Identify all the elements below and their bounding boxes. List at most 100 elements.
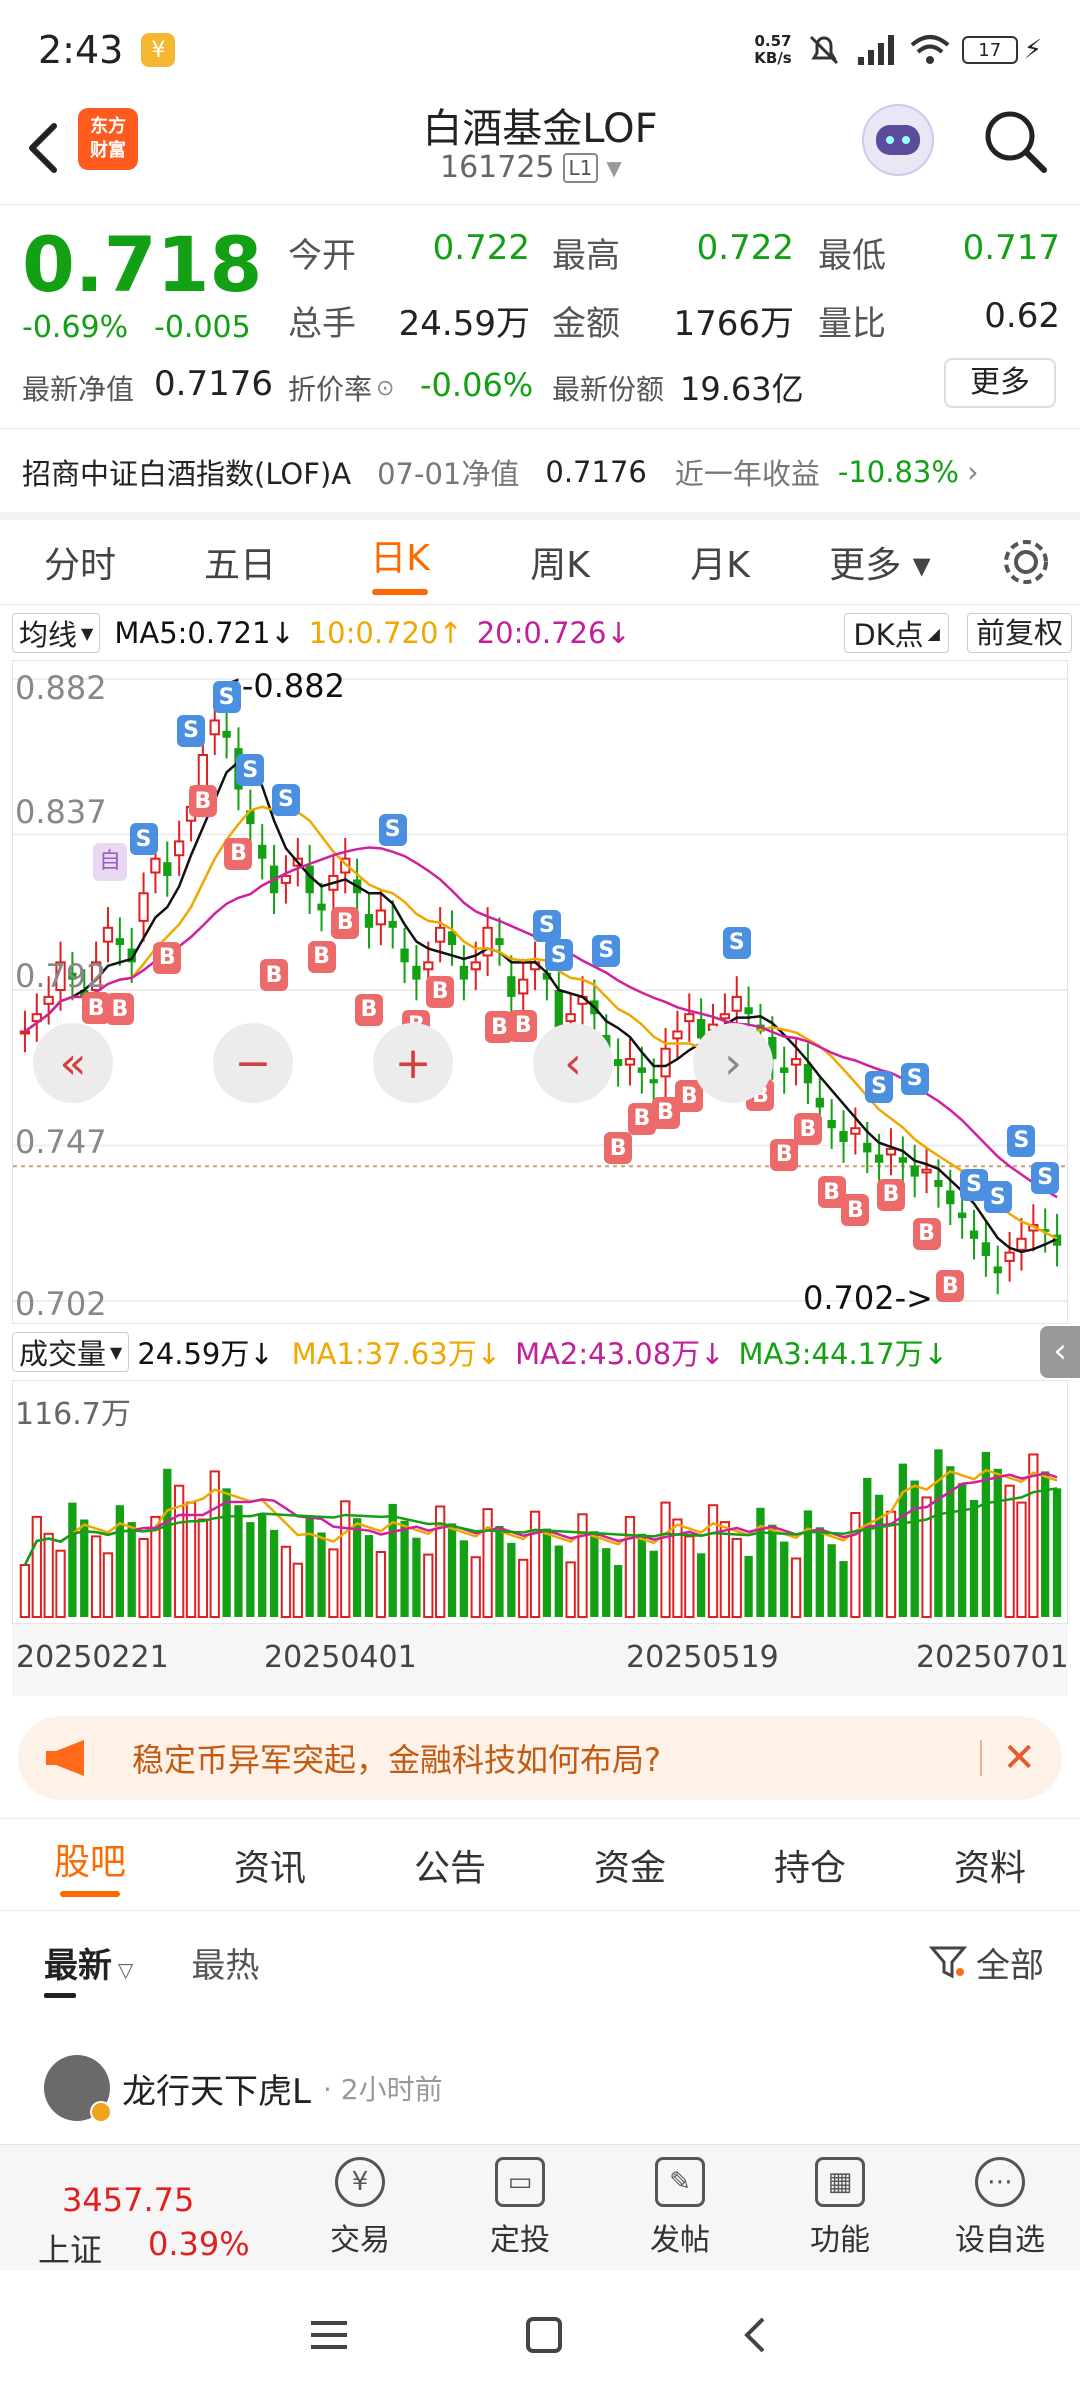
- nav-label: 交易: [330, 2223, 390, 2258]
- volume-chart-svg: [19, 1449, 1062, 1619]
- index-ticker[interactable]: 3457.75 上证 0.39%: [30, 2165, 260, 2269]
- home-icon[interactable]: [522, 2313, 566, 2357]
- candle: [258, 844, 267, 859]
- avatar[interactable]: [44, 2055, 112, 2123]
- buy-signal-marker: B: [331, 906, 360, 939]
- robot-assistant-icon[interactable]: [862, 104, 934, 176]
- volume-bar: [222, 1488, 231, 1617]
- volume-bar: [719, 1521, 731, 1619]
- dropdown-triangle-icon: ▼: [606, 155, 622, 180]
- tab-1[interactable]: 五日: [160, 520, 320, 604]
- collapse-panel-button[interactable]: ‹: [1040, 1326, 1080, 1378]
- scroll-right-button[interactable]: ›: [693, 1023, 773, 1103]
- tab-0[interactable]: 分时: [0, 520, 160, 604]
- volume-bar: [910, 1480, 919, 1617]
- last-price: 0.718: [22, 220, 263, 309]
- volume-bar: [102, 1552, 114, 1619]
- nav-item-4[interactable]: ⋯ 设自选: [920, 2145, 1080, 2271]
- jump-start-button[interactable]: «: [33, 1023, 113, 1103]
- candle: [649, 1079, 658, 1084]
- tab-5[interactable]: 更多 ▾: [800, 520, 960, 604]
- candle: [102, 926, 114, 943]
- section-tab-4[interactable]: 持仓: [720, 1820, 900, 1910]
- filter-all-button[interactable]: 全部: [928, 1938, 1044, 1987]
- axis-label-mid1: 0.837: [15, 793, 107, 831]
- volume-bar: [863, 1477, 872, 1617]
- settings-gear-icon[interactable]: [998, 534, 1054, 590]
- tabs-divider: [0, 604, 1080, 605]
- zoom-out-button[interactable]: −: [213, 1023, 293, 1103]
- fund-info-row[interactable]: 招商中证白酒指数(LOF)A 07-01净值 0.7176 近一年收益 -10.…: [22, 432, 1062, 512]
- candle: [910, 1165, 919, 1177]
- more-button[interactable]: 更多: [944, 358, 1056, 408]
- date-label-2: 20250401: [264, 1640, 417, 1675]
- candle: [969, 1230, 979, 1239]
- candle: [435, 926, 446, 943]
- back-arrow-icon[interactable]: [20, 118, 64, 178]
- discount-label[interactable]: 折价率 ⊙: [288, 368, 394, 408]
- volume-bar: [637, 1533, 646, 1617]
- back-icon[interactable]: [735, 2313, 775, 2357]
- volume-bar: [958, 1483, 967, 1617]
- post-username[interactable]: 龙行天下虎L: [122, 2064, 311, 2113]
- volume-bar: [80, 1519, 89, 1617]
- volume-bar: [138, 1538, 149, 1618]
- dk-point-selector[interactable]: DK点 ◢: [844, 613, 949, 653]
- nav-item-1[interactable]: ▭ 定投: [440, 2145, 600, 2271]
- section-tab-2[interactable]: 公告: [360, 1820, 540, 1910]
- volume-bar: [1028, 1453, 1039, 1618]
- section-tab-5[interactable]: 资料: [900, 1820, 1080, 1910]
- nav-item-3[interactable]: ▦ 功能: [760, 2145, 920, 2271]
- volume-bar: [400, 1520, 409, 1617]
- candle: [885, 1147, 897, 1156]
- tab-4[interactable]: 月K: [640, 520, 800, 604]
- tab-3[interactable]: 周K: [480, 520, 640, 604]
- adjust-selector[interactable]: 前复权: [966, 613, 1072, 653]
- invest-chart-icon: ▭: [495, 2157, 545, 2207]
- post-item[interactable]: 龙行天下虎L · 2小时前: [44, 2052, 1044, 2124]
- coin-icon: ¥: [141, 33, 176, 67]
- indicator-selector[interactable]: 均线 ▼: [12, 613, 101, 653]
- buy-signal-marker: B: [509, 1009, 538, 1042]
- volume-bar: [43, 1532, 54, 1618]
- section-tab-1[interactable]: 资讯: [180, 1820, 360, 1910]
- kline-chart[interactable]: 0.882 0.837 0.792 0.747 0.702 <-0.882 0.…: [12, 660, 1069, 1324]
- amount-label: 金额: [552, 304, 620, 344]
- tab-2[interactable]: 日K: [320, 520, 480, 604]
- sort-latest[interactable]: 最新 ▽: [44, 1938, 133, 1998]
- nav-item-2[interactable]: ✎ 发帖: [600, 2145, 760, 2271]
- scroll-left-button[interactable]: ‹: [533, 1023, 613, 1103]
- open-label: 今开: [288, 236, 356, 276]
- section-tabs-divider: [0, 1910, 1080, 1911]
- date-axis: 20250221 20250401 20250519 20250701: [12, 1624, 1069, 1696]
- candle: [280, 874, 292, 884]
- close-icon[interactable]: ✕: [1002, 1735, 1036, 1781]
- section-tab-0[interactable]: 股吧: [0, 1820, 180, 1910]
- volume-bar: [31, 1515, 42, 1618]
- candle: [672, 1030, 683, 1040]
- section-tab-3[interactable]: 资金: [540, 1820, 720, 1910]
- promo-banner[interactable]: 稳定币异军突起，金融科技如何布局? ✕: [18, 1716, 1062, 1800]
- megaphone-icon: [46, 1740, 84, 1776]
- volume-chart[interactable]: 116.7万: [12, 1380, 1068, 1624]
- nav-item-0[interactable]: ¥ 交易: [280, 2145, 440, 2271]
- zoom-in-button[interactable]: +: [373, 1023, 453, 1103]
- search-icon[interactable]: [980, 106, 1050, 176]
- menu-icon[interactable]: [305, 2315, 353, 2355]
- sell-signal-marker: S: [177, 714, 206, 747]
- volume-bar: [756, 1507, 765, 1617]
- fund-code[interactable]: 161725 L1 ▼: [440, 150, 622, 185]
- clock: 2:43: [38, 28, 124, 72]
- vol-ma3-label: MA3:44.17万↓: [738, 1337, 948, 1371]
- candle: [827, 1119, 836, 1129]
- volume-indicator-selector[interactable]: 成交量 ▼: [12, 1332, 130, 1372]
- tab-label: 五日: [203, 545, 276, 586]
- min-price-annotation: 0.702->: [803, 1279, 933, 1317]
- candle: [863, 1142, 872, 1153]
- buy-signal-marker: B: [105, 993, 134, 1026]
- volume-bar: [68, 1502, 77, 1617]
- section-tab-label: 持仓: [773, 1848, 846, 1889]
- volume-bar: [731, 1538, 742, 1618]
- sort-hot[interactable]: 最热: [191, 1938, 259, 1987]
- volume-bar: [507, 1542, 516, 1617]
